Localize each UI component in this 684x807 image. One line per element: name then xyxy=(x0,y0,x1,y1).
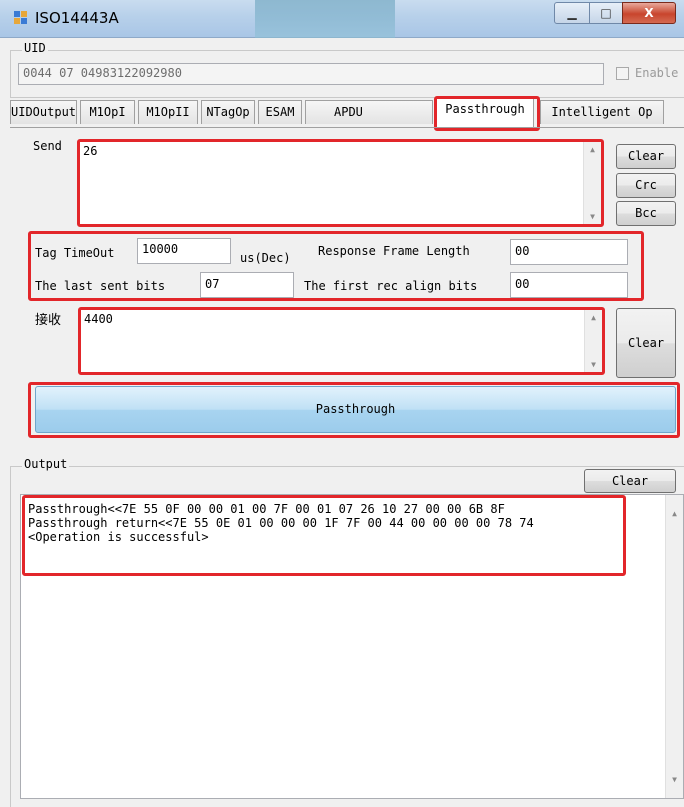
send-clear-button[interactable]: Clear xyxy=(616,144,676,169)
output-lines: Passthrough<<7E 55 0F 00 00 01 00 7F 00 … xyxy=(28,502,534,544)
scroll-up-icon[interactable]: ▲ xyxy=(584,145,601,154)
close-button[interactable]: X xyxy=(622,2,676,24)
window-title: ISO14443A xyxy=(35,9,119,27)
output-group-label: Output xyxy=(22,457,70,471)
minimize-button[interactable]: ▁ xyxy=(554,2,590,24)
receive-textarea[interactable]: 4400 ▲ ▼ xyxy=(80,309,603,373)
enable-checkbox[interactable] xyxy=(616,67,629,80)
last-sent-bits-input[interactable]: 07 xyxy=(200,272,294,298)
title-bar-glow xyxy=(255,0,395,38)
tab-intelligent-op[interactable]: Intelligent Op xyxy=(540,100,664,124)
tab-m1opi[interactable]: M1OpI xyxy=(80,100,135,124)
receive-clear-button[interactable]: Clear xyxy=(616,308,676,378)
scroll-up-icon[interactable]: ▲ xyxy=(666,509,683,518)
scroll-down-icon[interactable]: ▼ xyxy=(585,360,602,369)
first-rec-align-input[interactable]: 00 xyxy=(510,272,628,298)
receive-value: 4400 xyxy=(84,312,113,326)
uid-field[interactable]: 0044 07 04983122092980 xyxy=(18,63,604,85)
app-icon xyxy=(14,11,28,25)
receive-label: 接收 xyxy=(35,313,62,328)
output-line: <Operation is successful> xyxy=(28,530,209,544)
uid-group-label: UID xyxy=(22,41,48,55)
scroll-up-icon[interactable]: ▲ xyxy=(585,313,602,322)
tag-timeout-label: Tag TimeOut xyxy=(35,246,115,260)
scroll-down-icon[interactable]: ▼ xyxy=(584,212,601,221)
receive-scrollbar[interactable]: ▲ ▼ xyxy=(584,310,602,372)
output-textarea[interactable]: Passthrough<<7E 55 0F 00 00 01 00 7F 00 … xyxy=(20,494,684,799)
passthrough-button[interactable]: Passthrough xyxy=(35,386,676,433)
send-textarea[interactable]: 26 ▲ ▼ xyxy=(79,141,602,225)
tab-m1opii[interactable]: M1OpII xyxy=(138,100,198,124)
crc-button[interactable]: Crc xyxy=(616,173,676,198)
tab-ntagop[interactable]: NTagOp xyxy=(201,100,255,124)
scroll-down-icon[interactable]: ▼ xyxy=(666,775,683,784)
output-scrollbar[interactable]: ▲ ▼ xyxy=(665,495,683,798)
tab-apdu[interactable]: APDU xyxy=(305,100,433,124)
unit-label: us(Dec) xyxy=(240,251,291,265)
maximize-button[interactable]: □ xyxy=(589,2,623,24)
output-clear-button[interactable]: Clear xyxy=(584,469,676,493)
response-frame-length-input[interactable]: 00 xyxy=(510,239,628,265)
response-frame-length-label: Response Frame Length xyxy=(318,244,470,258)
last-sent-bits-label: The last sent bits xyxy=(35,279,166,293)
send-scrollbar[interactable]: ▲ ▼ xyxy=(583,142,601,224)
output-line: Passthrough<<7E 55 0F 00 00 01 00 7F 00 … xyxy=(28,502,505,516)
bcc-button[interactable]: Bcc xyxy=(616,201,676,226)
output-line: Passthrough return<<7E 55 0E 01 00 00 00… xyxy=(28,516,534,530)
tab-esam[interactable]: ESAM xyxy=(258,100,302,124)
tag-timeout-input[interactable]: 10000 xyxy=(137,238,231,264)
tab-passthrough[interactable]: Passthrough xyxy=(436,97,534,127)
first-rec-align-label: The first rec align bits xyxy=(304,279,478,293)
send-label: Send xyxy=(33,139,62,153)
enable-label: Enable xyxy=(635,66,679,80)
tab-uidoutput[interactable]: UIDOutput xyxy=(10,100,77,124)
send-value: 26 xyxy=(83,144,98,158)
